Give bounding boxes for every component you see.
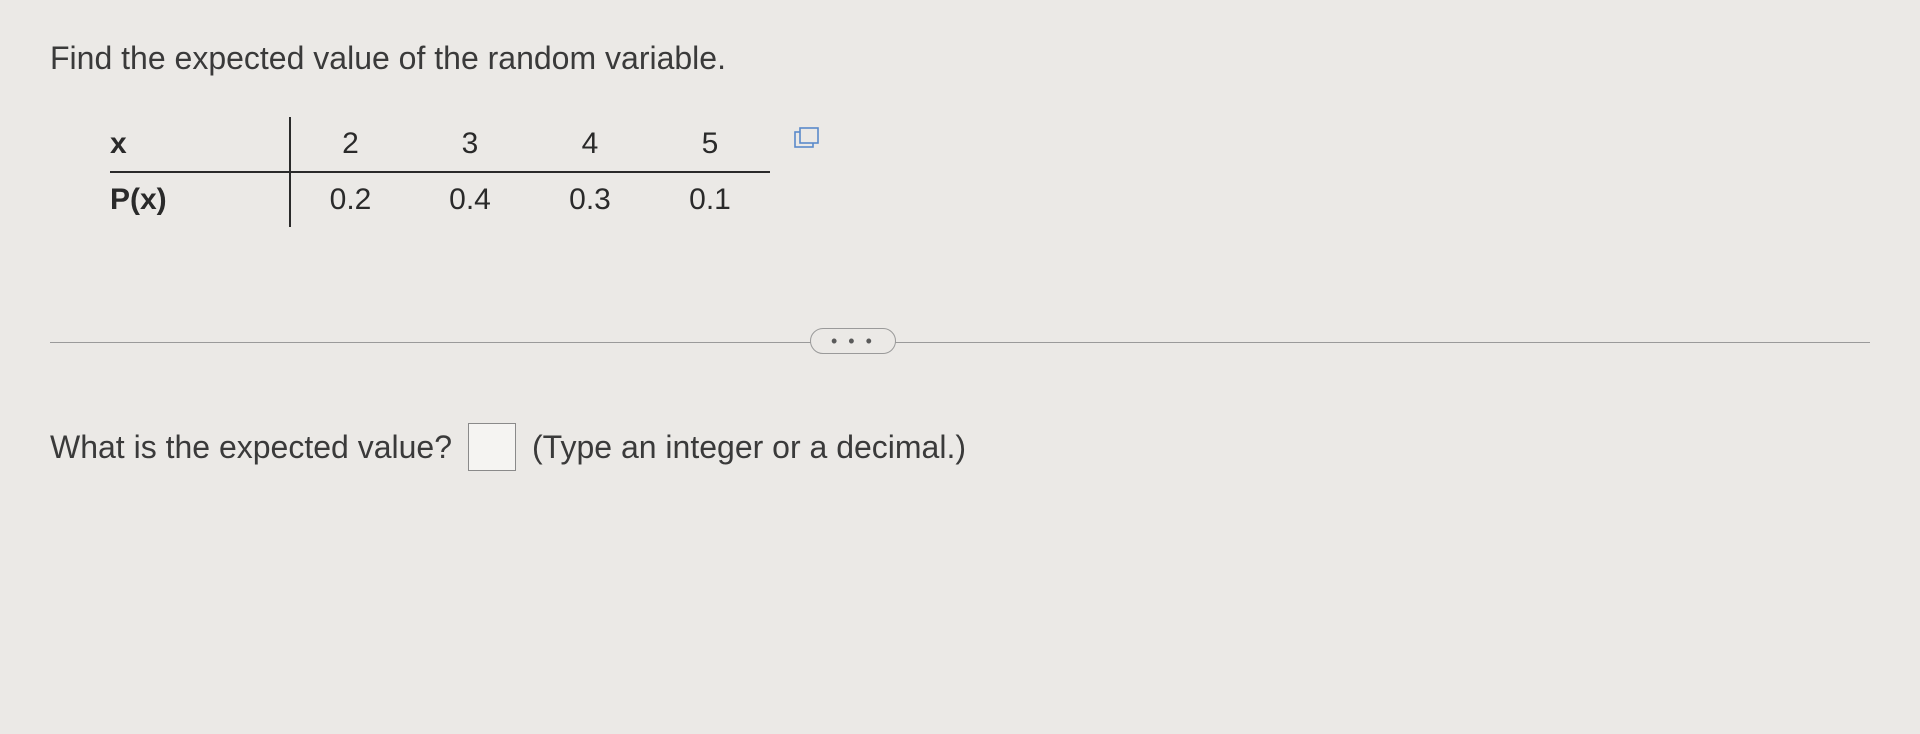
- x-value: 3: [410, 117, 530, 172]
- p-value: 0.4: [410, 172, 530, 227]
- question-prompt: Find the expected value of the random va…: [50, 40, 1870, 77]
- row-label-px: P(x): [110, 172, 290, 227]
- row-label-x: x: [110, 117, 290, 172]
- x-value: 5: [650, 117, 770, 172]
- table-row: x 2 3 4 5: [110, 117, 770, 172]
- probability-table: x 2 3 4 5 P(x) 0.2 0.4 0.3 0.1: [110, 117, 770, 227]
- input-hint: (Type an integer or a decimal.): [532, 429, 966, 466]
- p-value: 0.2: [290, 172, 410, 227]
- p-value: 0.1: [650, 172, 770, 227]
- question-label: What is the expected value?: [50, 429, 452, 466]
- answer-row: What is the expected value? (Type an int…: [50, 423, 1870, 471]
- expected-value-input[interactable]: [468, 423, 516, 471]
- expand-ellipsis-button[interactable]: • • •: [810, 328, 896, 354]
- copy-table-icon[interactable]: [794, 127, 820, 149]
- x-value: 2: [290, 117, 410, 172]
- p-value: 0.3: [530, 172, 650, 227]
- section-divider: • • •: [50, 342, 1870, 343]
- table-row: P(x) 0.2 0.4 0.3 0.1: [110, 172, 770, 227]
- x-value: 4: [530, 117, 650, 172]
